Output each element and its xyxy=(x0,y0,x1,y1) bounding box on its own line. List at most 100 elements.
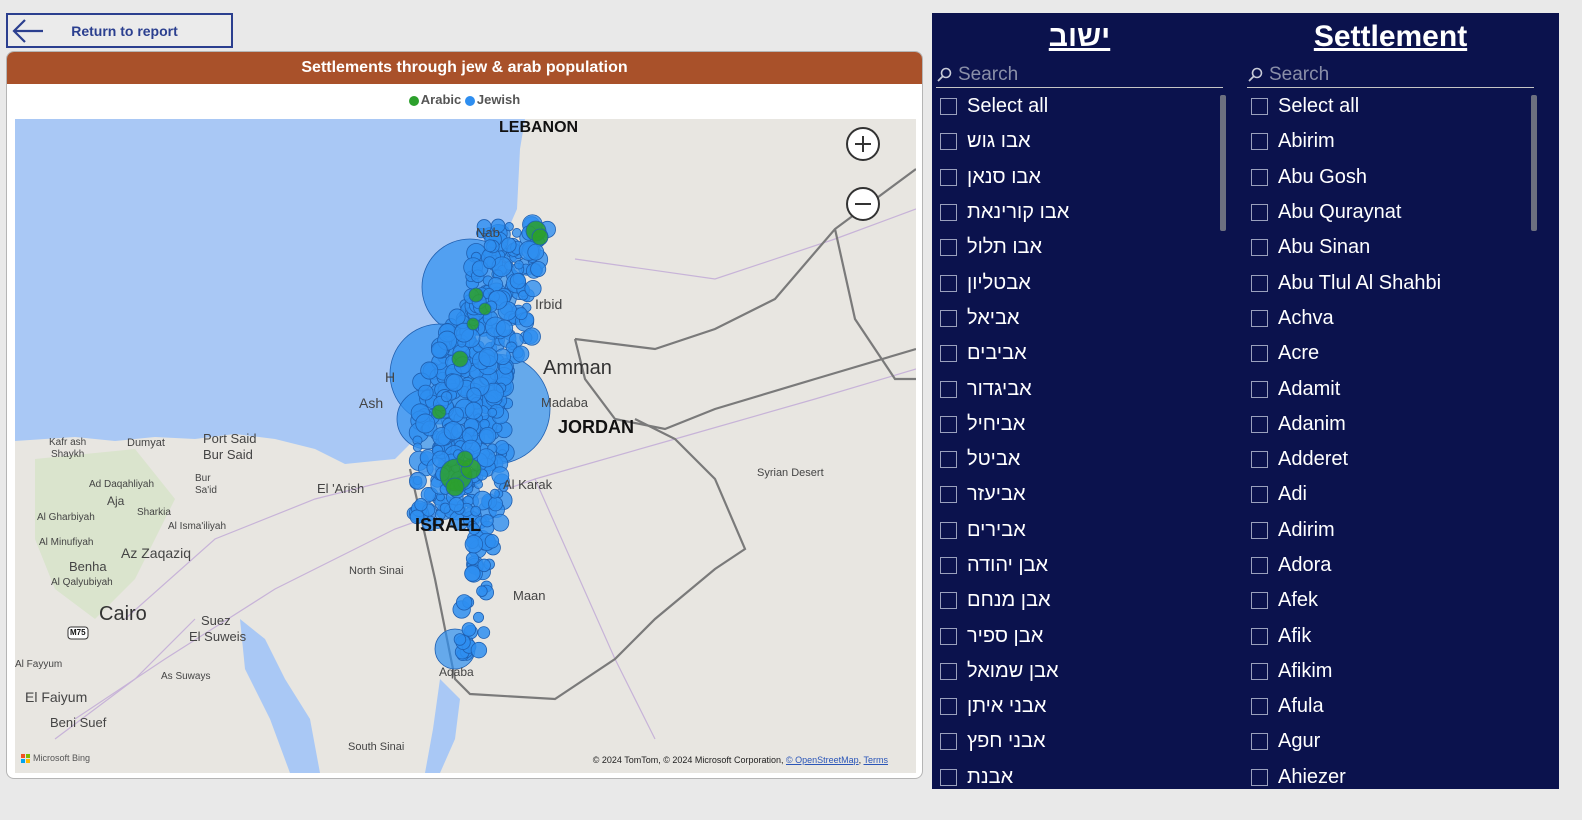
arabic-settlement-bubble[interactable] xyxy=(451,350,469,368)
jewish-settlement-bubble[interactable] xyxy=(464,535,484,554)
checkbox[interactable] xyxy=(940,451,957,469)
checkbox[interactable] xyxy=(940,521,957,539)
jewish-settlement-bubble[interactable] xyxy=(414,497,428,512)
slicer-item[interactable]: Adamit xyxy=(1243,371,1538,406)
checkbox[interactable] xyxy=(1251,345,1268,363)
jewish-settlement-bubble[interactable] xyxy=(491,513,510,532)
slicer-item[interactable]: Achva xyxy=(1243,301,1538,336)
slicer-item[interactable]: Afula xyxy=(1243,689,1538,724)
jewish-settlement-bubble[interactable] xyxy=(412,442,423,452)
arabic-settlement-bubble[interactable] xyxy=(456,450,474,468)
jewish-settlement-bubble[interactable] xyxy=(464,401,483,420)
jewish-settlement-bubble[interactable] xyxy=(480,514,494,528)
slicer-item[interactable]: אבן יהודה xyxy=(932,548,1227,583)
slicer-item[interactable]: אבירים xyxy=(932,513,1227,548)
jewish-settlement-bubble[interactable] xyxy=(477,558,491,573)
checkbox[interactable] xyxy=(1251,415,1268,433)
slicer-item[interactable]: Adora xyxy=(1243,548,1538,583)
slicer-scrollbar[interactable] xyxy=(1531,95,1537,231)
jewish-settlement-bubble[interactable] xyxy=(487,407,498,418)
checkbox[interactable] xyxy=(940,309,957,327)
checkbox[interactable] xyxy=(940,486,957,504)
slicer-item[interactable]: Abu Gosh xyxy=(1243,160,1538,195)
checkbox[interactable] xyxy=(1251,168,1268,186)
slicer-item[interactable]: אבו תלול xyxy=(932,230,1227,265)
slicer-item[interactable]: Abirim xyxy=(1243,124,1538,159)
arabic-settlement-bubble[interactable] xyxy=(431,404,447,420)
slicer-item[interactable]: אבן מנחם xyxy=(932,583,1227,618)
checkbox[interactable] xyxy=(1251,133,1268,151)
jewish-settlement-bubble[interactable] xyxy=(470,641,488,659)
jewish-settlement-bubble[interactable] xyxy=(476,585,488,597)
jewish-settlement-bubble[interactable] xyxy=(488,496,504,512)
jewish-settlement-bubble[interactable] xyxy=(448,308,466,326)
jewish-settlement-bubble[interactable] xyxy=(483,256,496,270)
arabic-settlement-bubble[interactable] xyxy=(531,228,549,246)
arabic-settlement-bubble[interactable] xyxy=(468,287,484,303)
slicer-search[interactable]: Search xyxy=(1247,63,1534,88)
slicer-item[interactable]: אביאל xyxy=(932,301,1227,336)
select-all-item[interactable]: Select all xyxy=(932,89,1227,124)
slicer-item[interactable]: אבני איתן xyxy=(932,689,1227,724)
slicer-item[interactable]: אבן ספיר xyxy=(932,618,1227,653)
checkbox[interactable] xyxy=(1251,486,1268,504)
jewish-settlement-bubble[interactable] xyxy=(456,594,473,611)
checkbox[interactable] xyxy=(1251,309,1268,327)
jewish-settlement-bubble[interactable] xyxy=(479,426,497,445)
jewish-settlement-bubble[interactable] xyxy=(448,497,464,513)
checkbox[interactable] xyxy=(940,204,957,222)
checkbox[interactable] xyxy=(1251,698,1268,716)
slicer-item[interactable]: Afek xyxy=(1243,583,1538,618)
terms-link[interactable]: Terms xyxy=(864,755,889,765)
checkbox[interactable] xyxy=(1251,239,1268,257)
slicer-item[interactable]: Afikim xyxy=(1243,654,1538,689)
slicer-item[interactable]: Abu Sinan xyxy=(1243,230,1538,265)
slicer-scrollbar[interactable] xyxy=(1220,95,1226,231)
jewish-settlement-bubble[interactable] xyxy=(483,239,497,253)
jewish-settlement-bubble[interactable] xyxy=(514,260,524,270)
slicer-item[interactable]: Adi xyxy=(1243,477,1538,512)
checkbox[interactable] xyxy=(940,98,957,116)
jewish-settlement-bubble[interactable] xyxy=(466,387,482,403)
checkbox[interactable] xyxy=(1251,557,1268,574)
checkbox[interactable] xyxy=(1251,204,1268,222)
jewish-settlement-bubble[interactable] xyxy=(512,345,530,363)
jewish-settlement-bubble[interactable] xyxy=(443,421,463,441)
slicer-item[interactable]: אביטל xyxy=(932,442,1227,477)
zoom-in-button[interactable] xyxy=(846,127,880,161)
checkbox[interactable] xyxy=(940,557,957,574)
jewish-settlement-bubble[interactable] xyxy=(514,307,528,321)
jewish-settlement-bubble[interactable] xyxy=(473,611,485,623)
slicer-item[interactable]: Abu Quraynat xyxy=(1243,195,1538,230)
jewish-settlement-bubble[interactable] xyxy=(511,228,522,238)
checkbox[interactable] xyxy=(1251,521,1268,539)
zoom-out-button[interactable] xyxy=(846,187,880,221)
slicer-item[interactable]: Acre xyxy=(1243,336,1538,371)
jewish-settlement-bubble[interactable] xyxy=(448,406,464,423)
jewish-settlement-bubble[interactable] xyxy=(484,534,500,549)
checkbox[interactable] xyxy=(940,662,957,680)
jewish-settlement-bubble[interactable] xyxy=(417,384,434,401)
slicer-item[interactable]: אבן שמואל xyxy=(932,654,1227,689)
checkbox[interactable] xyxy=(940,274,957,292)
slicer-item[interactable]: Adirim xyxy=(1243,513,1538,548)
jewish-settlement-bubble[interactable] xyxy=(501,237,517,253)
jewish-settlement-bubble[interactable] xyxy=(415,413,436,434)
checkbox[interactable] xyxy=(1251,380,1268,398)
slicer-item[interactable]: אבו גוש xyxy=(932,124,1227,159)
checkbox[interactable] xyxy=(1251,451,1268,469)
slicer-item[interactable]: אבני חפץ xyxy=(932,724,1227,759)
slicer-item[interactable]: אבטליון xyxy=(932,265,1227,300)
checkbox[interactable] xyxy=(940,698,957,716)
jewish-settlement-bubble[interactable] xyxy=(445,373,464,392)
checkbox[interactable] xyxy=(940,345,957,363)
jewish-settlement-bubble[interactable] xyxy=(527,243,545,261)
legend-item-arabic[interactable]: Arabic xyxy=(408,92,461,107)
checkbox[interactable] xyxy=(1251,733,1268,751)
checkbox[interactable] xyxy=(940,168,957,186)
slicer-item[interactable]: Adderet xyxy=(1243,442,1538,477)
jewish-settlement-bubble[interactable] xyxy=(409,471,427,490)
arabic-settlement-bubble[interactable] xyxy=(466,317,480,331)
checkbox[interactable] xyxy=(940,380,957,398)
jewish-settlement-bubble[interactable] xyxy=(464,565,481,582)
